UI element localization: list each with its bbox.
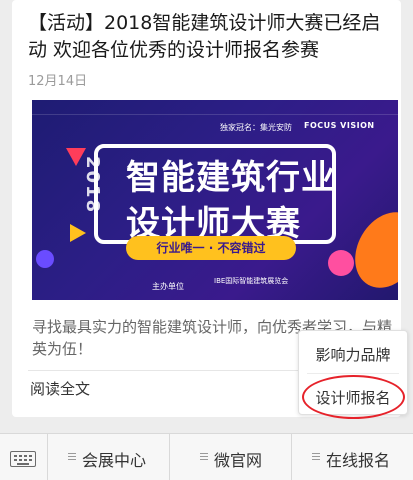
bottom-menu-bar: 会展中心 微官网 在线报名	[0, 433, 413, 480]
banner-organizer-label: 主办单位	[152, 282, 184, 291]
bottom-menu-label: 微官网	[214, 451, 263, 470]
menu-icon	[68, 453, 76, 461]
bottom-menu-label: 在线报名	[326, 451, 391, 470]
banner-year: 2018	[82, 156, 103, 215]
bottom-menu-micro-site[interactable]: 微官网	[170, 434, 292, 480]
banner-organizer-name: IBE国际智能建筑展览会	[214, 277, 289, 285]
article-title[interactable]: 【活动】2018智能建筑设计师大赛已经启动 欢迎各位优秀的设计师报名参赛	[28, 10, 398, 64]
menu-icon	[312, 453, 320, 461]
banner-title-line1: 智能建筑行业	[126, 158, 336, 198]
highlight-circle	[302, 375, 405, 419]
decor-shape	[36, 250, 54, 268]
read-all-link[interactable]: 阅读全文	[30, 378, 90, 399]
article-banner-image[interactable]: 独家冠名：集光安防 FOCUS VISION 2018 智能建筑行业 设计师大赛…	[32, 100, 398, 300]
banner-sponsor: 独家冠名：集光安防	[220, 123, 292, 132]
decor-shape	[328, 250, 354, 276]
decor-shape	[342, 200, 398, 300]
banner-slogan: 行业唯一 · 不容错过	[126, 236, 296, 260]
article-date: 12月14日	[28, 74, 88, 89]
keyboard-icon	[10, 451, 36, 467]
bottom-menu-label: 会展中心	[82, 451, 147, 470]
decor-triangle	[70, 224, 86, 242]
banner-sponsor-logo: FOCUS VISION	[304, 121, 375, 130]
bottom-menu-online-signup[interactable]: 在线报名	[292, 434, 413, 480]
keyboard-toggle-button[interactable]	[0, 434, 48, 480]
bottom-menu-exhibition-center[interactable]: 会展中心	[48, 434, 170, 480]
divider	[307, 373, 399, 374]
submenu-item-brand[interactable]: 影响力品牌	[299, 344, 407, 365]
menu-icon	[200, 453, 208, 461]
